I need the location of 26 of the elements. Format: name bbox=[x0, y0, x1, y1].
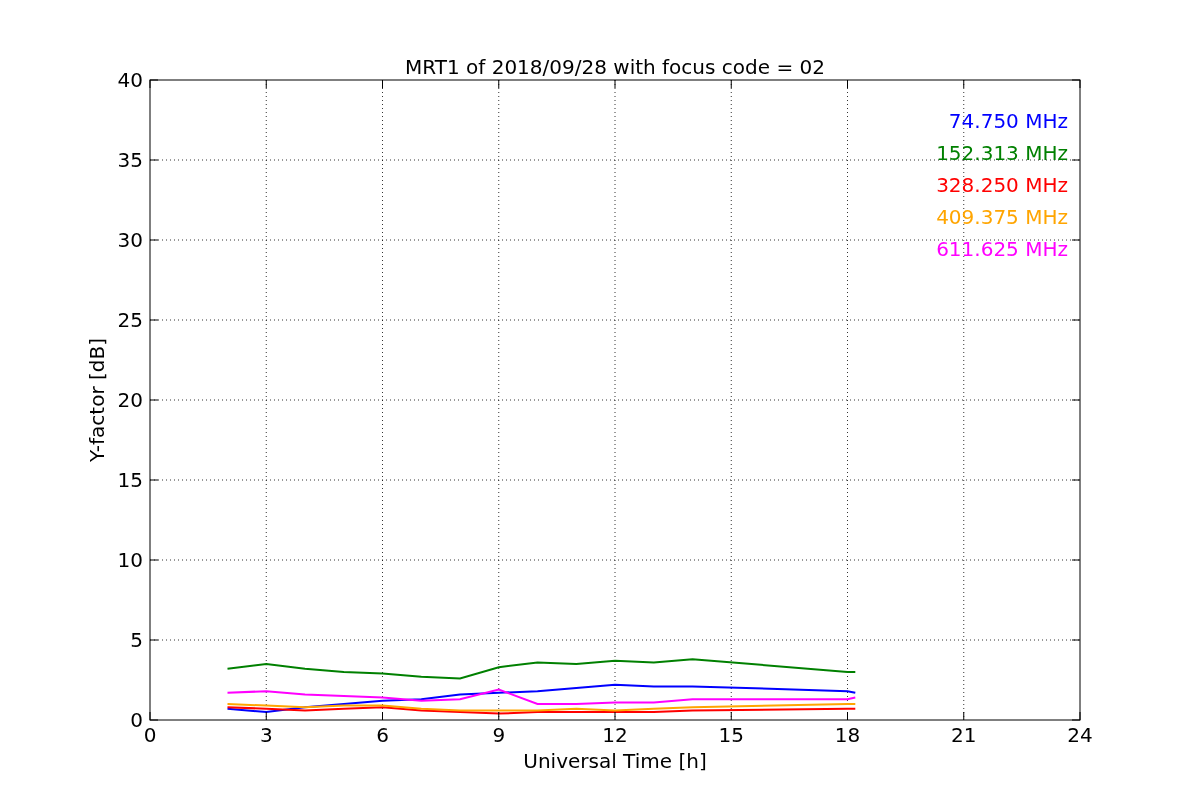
x-tick-label: 24 bbox=[1067, 723, 1093, 747]
x-tick-label: 9 bbox=[492, 723, 506, 747]
x-tick-label: 15 bbox=[718, 723, 744, 747]
legend-label: 611.625 MHz bbox=[936, 237, 1068, 261]
y-tick-label: 0 bbox=[130, 708, 143, 732]
y-axis-label: Y-factor [dB] bbox=[85, 338, 109, 462]
legend-label: 152.313 MHz bbox=[936, 141, 1068, 165]
x-tick-label: 3 bbox=[259, 723, 273, 747]
legend-label: 74.750 MHz bbox=[948, 109, 1068, 133]
legend-label: 328.250 MHz bbox=[936, 173, 1068, 197]
x-tick-label: 21 bbox=[951, 723, 977, 747]
y-tick-label: 40 bbox=[117, 68, 143, 92]
x-axis-label: Universal Time [h] bbox=[523, 749, 707, 773]
y-tick-label: 10 bbox=[117, 548, 143, 572]
chart-title: MRT1 of 2018/09/28 with focus code = 02 bbox=[405, 55, 825, 79]
x-tick-label: 6 bbox=[376, 723, 389, 747]
x-tick-label: 12 bbox=[602, 723, 628, 747]
legend-label: 409.375 MHz bbox=[936, 205, 1068, 229]
x-tick-label: 18 bbox=[834, 723, 861, 747]
y-tick-label: 15 bbox=[117, 468, 143, 492]
y-tick-label: 25 bbox=[117, 308, 143, 332]
y-tick-label: 30 bbox=[117, 228, 143, 252]
y-tick-label: 5 bbox=[130, 628, 143, 652]
y-tick-label: 20 bbox=[117, 388, 143, 412]
x-tick-label: 0 bbox=[143, 723, 157, 747]
y-tick-label: 35 bbox=[117, 148, 143, 172]
